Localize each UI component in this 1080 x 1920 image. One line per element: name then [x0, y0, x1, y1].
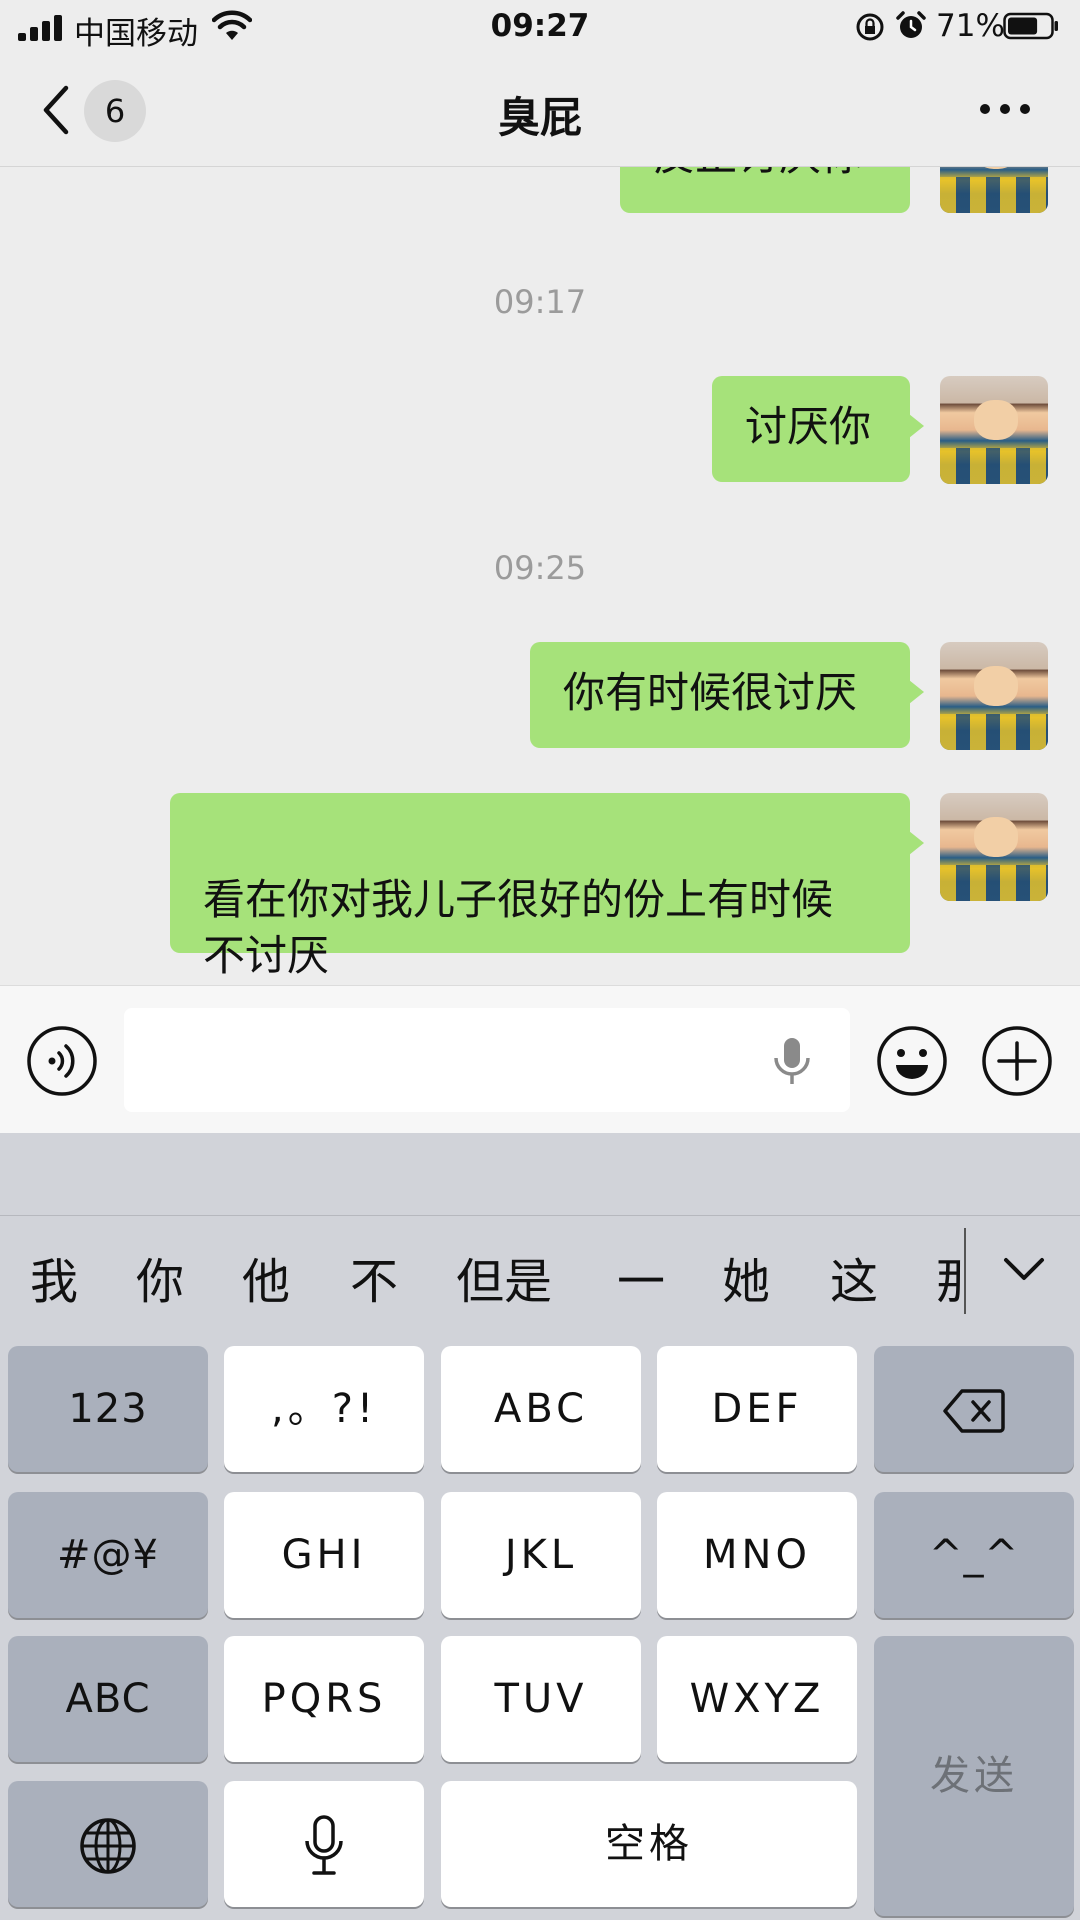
send-key[interactable]: 发送: [874, 1636, 1074, 1916]
plus-icon[interactable]: [981, 1025, 1053, 1097]
candidate-word[interactable]: 他: [242, 1242, 290, 1312]
candidate-word[interactable]: 你: [136, 1242, 184, 1312]
avatar[interactable]: [940, 642, 1048, 750]
key-mno[interactable]: MNO: [657, 1492, 857, 1618]
key-tuv[interactable]: TUV: [441, 1636, 641, 1762]
candidate-word[interactable]: 但是: [456, 1242, 552, 1312]
message-text: 反正讨厌你: [653, 167, 863, 180]
wechat-chat-screen: 中国移动 09:27 71% 6 臭屁 09:17 讨厌你 09:25 你有时候…: [0, 0, 1080, 1920]
key-symbols[interactable]: #@¥: [8, 1492, 208, 1618]
battery-percent: 71%: [936, 8, 1005, 44]
voice-icon[interactable]: [26, 1025, 98, 1097]
candidate-word[interactable]: 一: [617, 1242, 665, 1312]
avatar[interactable]: [940, 376, 1048, 484]
candidate-bar: 我 你 他 不 但是 一 她 这 那: [0, 1216, 1080, 1328]
key-emoticon[interactable]: ^_^: [874, 1492, 1074, 1618]
battery-icon: [1003, 12, 1058, 40]
candidate-word[interactable]: 那: [936, 1242, 964, 1312]
message-bubble[interactable]: 你有时候很讨厌: [530, 642, 924, 748]
orientation-lock-icon: [856, 13, 884, 41]
message-list: 反正讨厌你 09:17 讨厌你 09:25 你有时候很讨厌 看在你对我儿子很好的…: [0, 167, 1080, 985]
page-title: 臭屁: [497, 93, 582, 142]
chevron-down-icon[interactable]: [1000, 1254, 1048, 1284]
message-input[interactable]: [124, 1008, 850, 1112]
microphone-icon[interactable]: [768, 1036, 816, 1086]
message-text: 讨厌你: [745, 402, 872, 451]
dictation-key[interactable]: [224, 1781, 424, 1907]
key-123[interactable]: 123: [8, 1346, 208, 1472]
avatar[interactable]: [940, 793, 1048, 901]
candidate-word[interactable]: 她: [722, 1242, 770, 1312]
globe-key[interactable]: [8, 1781, 208, 1907]
emoji-icon[interactable]: [876, 1025, 948, 1097]
globe-icon: [80, 1818, 136, 1874]
message-text: 你有时候很讨厌: [563, 668, 858, 717]
key-punctuation[interactable]: ,。?!: [224, 1346, 424, 1472]
message-bubble[interactable]: 看在你对我儿子很好的份上有时候 不讨厌: [170, 793, 924, 980]
space-key[interactable]: 空格: [441, 1781, 857, 1907]
input-bar: [0, 985, 1080, 1134]
alarm-icon: [896, 11, 926, 38]
message-bubble[interactable]: 讨厌你: [712, 376, 924, 482]
key-def[interactable]: DEF: [657, 1346, 857, 1472]
key-abc[interactable]: ABC: [441, 1346, 641, 1472]
chat-header: 6 臭屁: [0, 54, 1080, 167]
candidate-word[interactable]: 这: [830, 1242, 878, 1312]
key-pqrs[interactable]: PQRS: [224, 1636, 424, 1762]
key-jkl[interactable]: JKL: [441, 1492, 641, 1618]
avatar[interactable]: [940, 167, 1048, 213]
candidate-divider: [964, 1228, 966, 1314]
message-bubble[interactable]: 反正讨厌你: [620, 167, 910, 213]
message-text: 看在你对我儿子很好的份上有时候 不讨厌: [203, 875, 834, 980]
timestamp: 09:25: [493, 549, 587, 587]
more-icon[interactable]: [978, 100, 1032, 120]
key-abc-switch[interactable]: ABC: [8, 1636, 208, 1762]
backspace-icon: [943, 1389, 1005, 1433]
candidate-word[interactable]: 不: [350, 1242, 398, 1312]
keyboard: 我 你 他 不 但是 一 她 这 那 123 ,。?! ABC DEF #@¥: [0, 1133, 1080, 1920]
candidate-word[interactable]: 我: [30, 1242, 78, 1312]
key-ghi[interactable]: GHI: [224, 1492, 424, 1618]
status-bar: 中国移动 09:27 71%: [0, 0, 1080, 54]
timestamp: 09:17: [493, 283, 587, 321]
key-wxyz[interactable]: WXYZ: [657, 1636, 857, 1762]
backspace-key[interactable]: [874, 1346, 1074, 1472]
microphone-icon: [305, 1815, 343, 1875]
